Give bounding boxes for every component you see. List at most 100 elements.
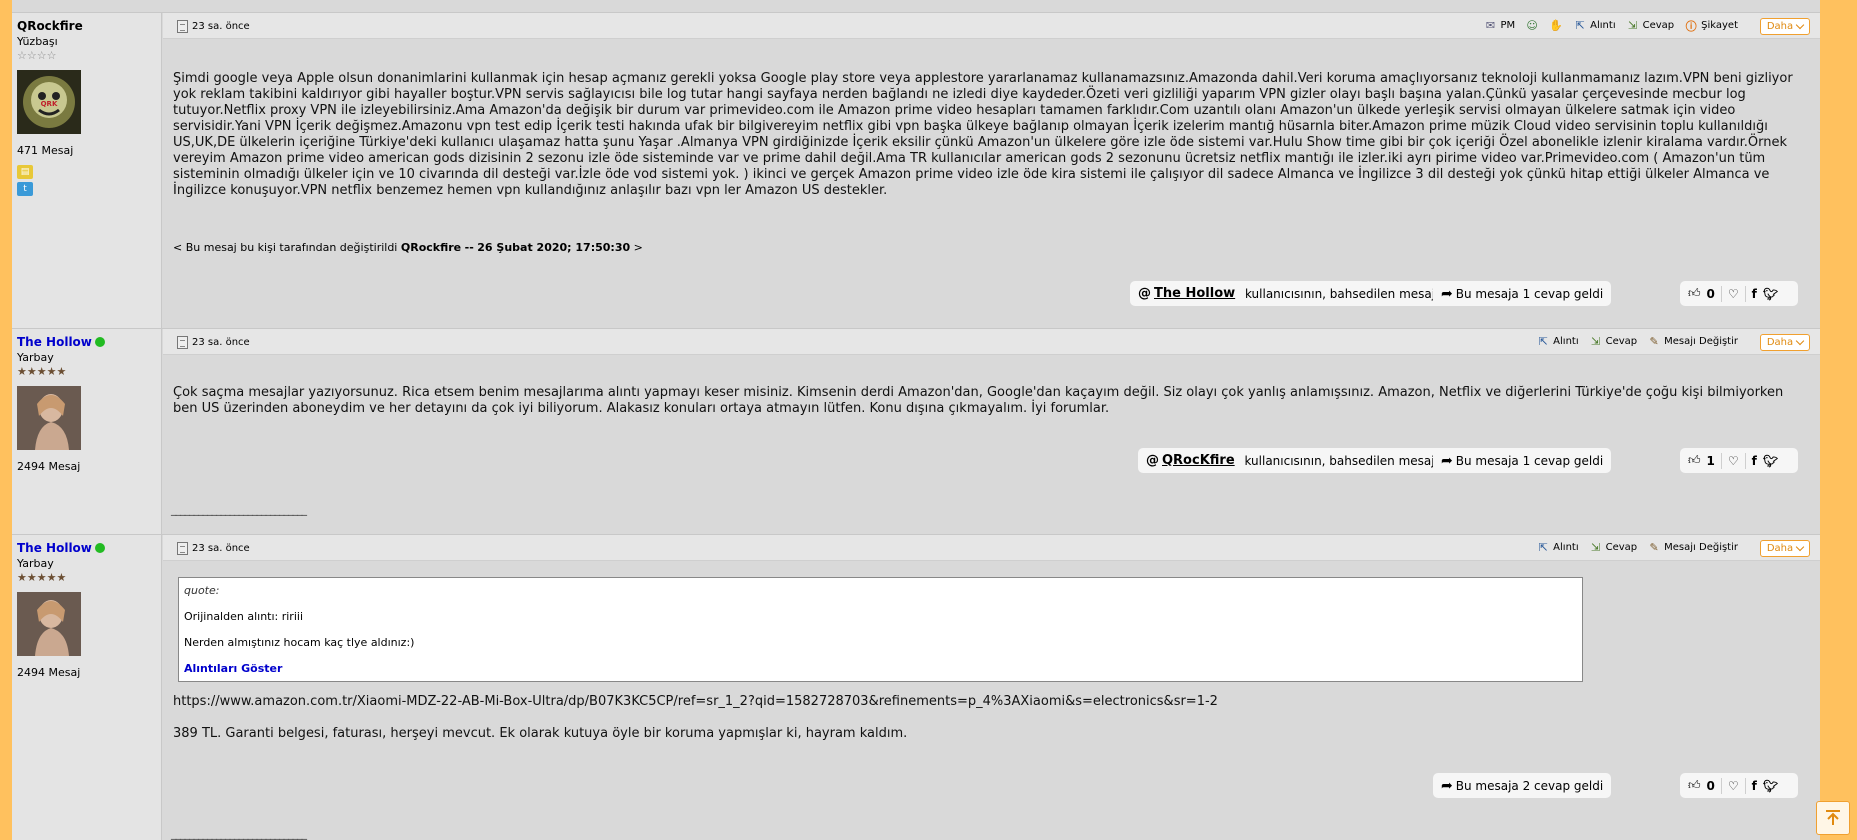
scroll-top-icon [1826, 810, 1840, 825]
pm-icon: ✉ [1485, 19, 1496, 32]
avatar[interactable] [17, 386, 81, 450]
post-toolbar: 23 sa. önce ✉ PM ☺ ✋ ⇱ Alıntı ⇲ Cevap ⓘ Şika… [163, 13, 1820, 39]
author-name[interactable]: The Hollow [17, 335, 92, 349]
twitter-icon[interactable]: 🐦︎ [1763, 454, 1778, 468]
arrow-share-icon: ➦ [1441, 777, 1453, 794]
reaction-bar: 👍︎ 0 ♡ f 🐦︎ [1680, 773, 1798, 798]
post-text: Çok saçma mesajlar yazıyorsunuz. Rica et… [173, 385, 1784, 416]
signature-line: ______________________________ [171, 503, 307, 516]
message-count: 2494 Mesaj [17, 666, 81, 679]
add-friend-button[interactable]: ☺ [1525, 19, 1539, 32]
heart-icon[interactable]: ♡ [1728, 287, 1739, 301]
chevron-down-icon [1795, 336, 1805, 346]
rank-stars: ★★★★★ [17, 571, 67, 584]
facebook-icon[interactable]: f [1752, 287, 1757, 301]
post-link[interactable]: https://www.amazon.com.tr/Xiaomi-MDZ-22-… [173, 694, 1810, 710]
pencil-icon: ✎ [1649, 541, 1659, 554]
like-count: 0 [1706, 286, 1715, 301]
author-name[interactable]: QRockfire [17, 19, 83, 33]
pencil-icon: ✎ [1649, 335, 1659, 348]
message-count: 471 Mesaj [17, 144, 74, 157]
arrow-share-icon: ➦ [1441, 285, 1453, 302]
post-time: 23 sa. önce [177, 20, 250, 33]
post-the-hollow-1: The Hollow Yarbay ★★★★★ 2494 Mesaj 23 sa… [12, 328, 1820, 534]
author-rank: Yarbay [17, 351, 54, 364]
post-text: 389 TL. Garanti belgesi, faturası, herşe… [173, 726, 908, 741]
pm-button[interactable]: ✉ PM [1483, 19, 1515, 32]
edit-button[interactable]: ✎ Mesajı Değiştir [1647, 335, 1738, 348]
online-status-icon [94, 543, 105, 553]
twitter-icon[interactable]: 🐦︎ [1763, 287, 1778, 301]
quote-icon: ⇱ [1538, 335, 1548, 348]
more-dropdown[interactable]: Daha [1760, 540, 1810, 557]
like-count: 0 [1706, 778, 1715, 793]
user-add-icon: ☺ [1526, 19, 1538, 32]
arrow-share-icon: ➦ [1441, 452, 1453, 469]
reaction-bar: 👍︎ 1 ♡ f 🐦︎ [1680, 448, 1798, 473]
quote-box: quote: Orijinalden alıntı: ririii Nerden… [178, 577, 1583, 682]
avatar[interactable] [17, 592, 81, 656]
replies-button[interactable]: ➦ Bu mesaja 1 cevap geldi [1433, 448, 1612, 473]
show-quotes-link[interactable]: Alıntıları Göster [184, 662, 282, 675]
scroll-top-button[interactable] [1816, 801, 1850, 835]
edit-note: < Bu mesaj bu kişi tarafından değiştiril… [173, 241, 643, 254]
signature-line: ______________________________ [171, 827, 307, 840]
quote-label: quote: [184, 584, 220, 597]
mention-button[interactable]: @ The Hollow kullanıcısının, bahsedilen m… [1130, 281, 1482, 306]
author-panel: The Hollow Yarbay ★★★★★ 2494 Mesaj [12, 329, 162, 534]
facebook-icon[interactable]: f [1752, 454, 1757, 468]
hand-icon: ✋ [1549, 19, 1563, 32]
thumbs-up-icon[interactable]: 👍︎ [1688, 286, 1701, 301]
more-dropdown[interactable]: Daha [1760, 18, 1810, 35]
thumbs-up-icon[interactable]: 👍︎ [1688, 453, 1701, 468]
heart-icon[interactable]: ♡ [1728, 454, 1739, 468]
document-icon [177, 20, 188, 33]
post-text: Şimdi google veya Apple olsun donanimlar… [173, 71, 1793, 198]
author-name[interactable]: The Hollow [17, 541, 92, 555]
quote-source: Orijinalden alıntı: ririii [184, 610, 304, 623]
quote-button[interactable]: ⇱ Alıntı [1573, 19, 1616, 32]
message-count: 2494 Mesaj [17, 460, 81, 473]
author-panel: The Hollow Yarbay ★★★★★ 2494 Mesaj [12, 535, 162, 840]
heart-icon[interactable]: ♡ [1728, 779, 1739, 793]
edit-button[interactable]: ✎ Mesajı Değiştir [1647, 541, 1738, 554]
author-rank: Yarbay [17, 557, 54, 570]
reply-icon: ⇲ [1591, 335, 1601, 348]
avatar[interactable]: QRK [17, 70, 81, 134]
twitter-icon[interactable]: 🐦︎ [1763, 779, 1778, 793]
reply-icon: ⇲ [1627, 19, 1638, 32]
online-status-icon [94, 337, 105, 347]
like-count: 1 [1706, 453, 1715, 468]
report-button[interactable]: ⓘ Şikayet [1684, 19, 1738, 33]
reply-button[interactable]: ⇲ Cevap [1589, 541, 1637, 554]
reply-button[interactable]: ⇲ Cevap [1626, 19, 1674, 32]
quote-icon: ⇱ [1538, 541, 1548, 554]
post-time: 23 sa. önce [177, 542, 250, 555]
warning-icon: ⓘ [1685, 19, 1697, 33]
post-toolbar: 23 sa. önce ⇱ Alıntı ⇲ Cevap ✎ Mesajı Değiş… [163, 535, 1820, 561]
document-icon [177, 336, 188, 349]
chevron-down-icon [1795, 20, 1805, 30]
document-icon [177, 542, 188, 555]
block-button[interactable]: ✋ [1549, 19, 1563, 32]
author-rank: Yüzbaşı [17, 35, 58, 48]
replies-button[interactable]: ➦ Bu mesaja 2 cevap geldi [1433, 773, 1612, 798]
quote-button[interactable]: ⇱ Alıntı [1536, 335, 1579, 348]
facebook-icon[interactable]: f [1752, 779, 1757, 793]
quote-icon: ⇱ [1575, 19, 1585, 32]
replies-button[interactable]: ➦ Bu mesaja 1 cevap geldi [1433, 281, 1612, 306]
reply-button[interactable]: ⇲ Cevap [1589, 335, 1637, 348]
rank-stars: ☆☆☆☆ [17, 49, 57, 62]
quote-button[interactable]: ⇱ Alıntı [1536, 541, 1579, 554]
reply-icon: ⇲ [1591, 541, 1601, 554]
post-body: 23 sa. önce ✉ PM ☺ ✋ ⇱ Alıntı ⇲ Cevap ⓘ Şika… [163, 13, 1820, 328]
post-toolbar: 23 sa. önce ⇱ Alıntı ⇲ Cevap ✎ Mesajı Değiş… [163, 329, 1820, 355]
more-dropdown[interactable]: Daha [1760, 334, 1810, 351]
post-body: 23 sa. önce ⇱ Alıntı ⇲ Cevap ✎ Mesajı Değiş… [163, 535, 1820, 840]
folder-icon[interactable]: ▤ [17, 165, 33, 179]
mention-button[interactable]: @ QRocKfire kullanıcısının, bahsedilen me… [1138, 448, 1481, 473]
thumbs-up-icon[interactable]: 👍︎ [1688, 778, 1701, 793]
author-panel: QRockfire Yüzbaşı ☆☆☆☆ QRK 471 Mesaj ▤ t [12, 13, 162, 328]
twitter-icon[interactable]: t [17, 182, 33, 196]
post-qrockfire: QRockfire Yüzbaşı ☆☆☆☆ QRK 471 Mesaj ▤ t [12, 12, 1820, 328]
